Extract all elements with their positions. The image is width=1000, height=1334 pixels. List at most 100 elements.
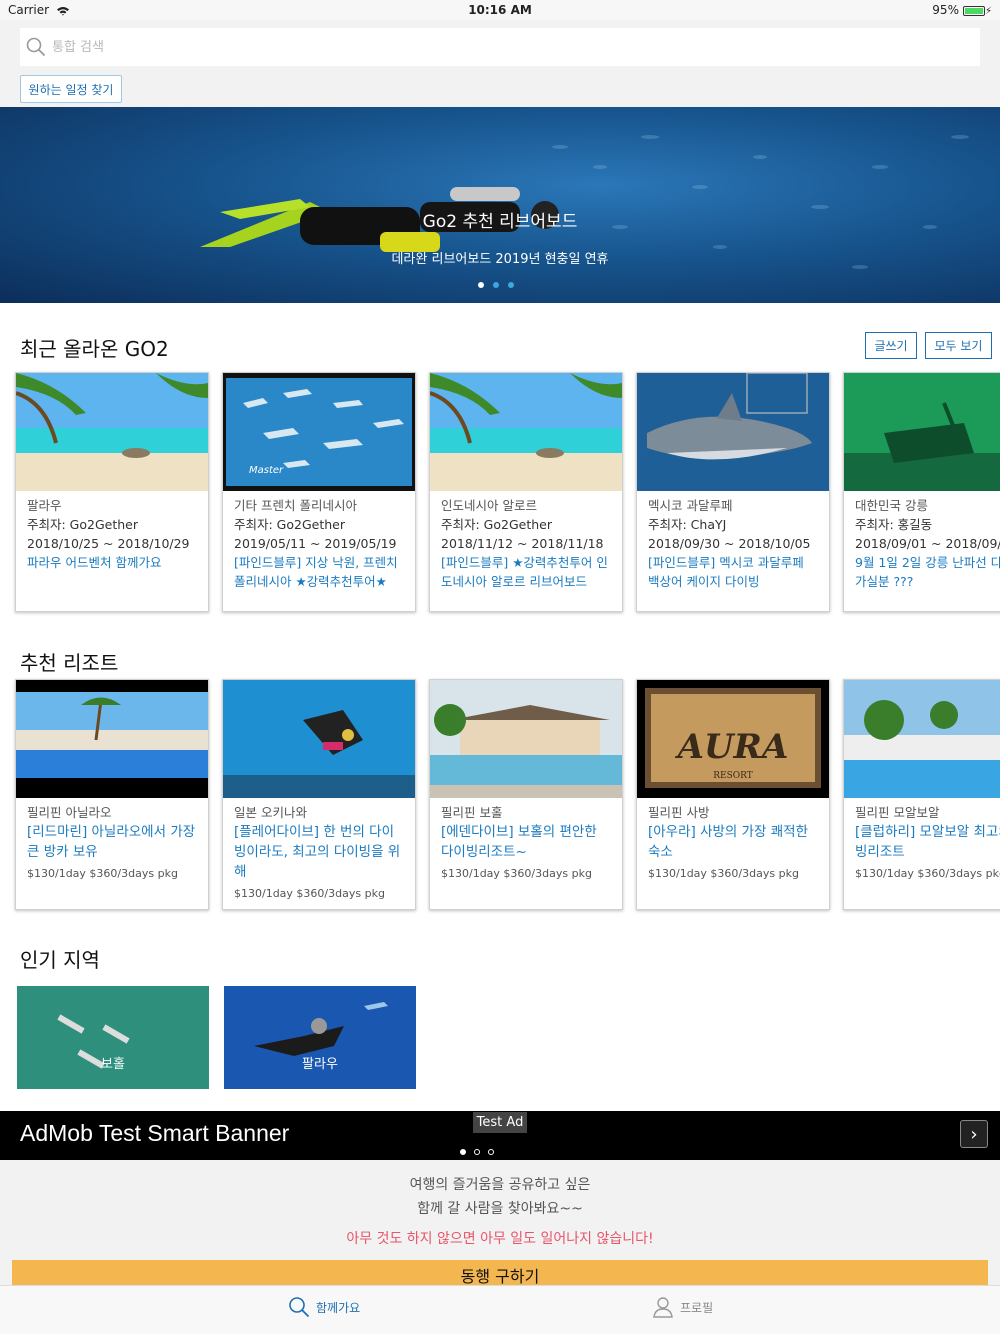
hero-title: Go2 추천 리브어보드 — [422, 212, 578, 232]
trip-location: 멕시코 과달루페 — [648, 498, 733, 513]
region-name: 보홀 — [101, 1057, 125, 1072]
hero-banner[interactable]: Go2 추천 리브어보드 데라완 리브어보드 2019년 현충일 연휴 — [0, 107, 1000, 303]
promo-line-1: 여행의 즐거움을 공유하고 싶은 — [409, 1177, 591, 1193]
region-tile[interactable]: 보홀 — [17, 986, 209, 1089]
trip-dates: 2018/11/12 ~ 2018/11/18 — [441, 536, 604, 551]
search-bar[interactable] — [20, 28, 980, 66]
trip-location: 기타 프렌치 폴리네시아 — [234, 498, 357, 513]
resort-price: $130/1day $360/3days pkg — [855, 867, 1000, 880]
ad-banner[interactable]: Test Ad AdMob Test Smart Banner › — [0, 1111, 1000, 1160]
resort-title-link[interactable]: [에덴다이브] 보홀의 편안한 다이빙리조트~ — [441, 822, 611, 862]
trip-location: 팔라우 — [27, 498, 62, 513]
trip-card[interactable]: 팔라우 주최자: Go2Gether 2018/10/25 ~ 2018/10/… — [15, 372, 209, 612]
status-bar: Carrier 10:16 AM 95% ⚡ — [0, 0, 1000, 20]
resort-image-pool — [16, 680, 208, 798]
trip-dates: 2019/05/11 ~ 2019/05/19 — [234, 536, 397, 551]
tab-together[interactable]: 함께가요 — [288, 1296, 360, 1318]
resort-card[interactable]: 필리핀 아닐라오 [리드마린] 아닐라오에서 가장 큰 방카 보유 $130/1… — [15, 679, 209, 910]
resort-price: $130/1day $360/3days pkg — [648, 867, 799, 880]
resort-image-pool — [844, 680, 1000, 798]
trip-title-link[interactable]: [파인드블루] ★강력추천투어 인도네시아 알로르 리브어보드 — [441, 553, 611, 591]
trip-host: 주최자: ChaYJ — [648, 517, 727, 532]
resort-location: 필리핀 사방 — [648, 805, 710, 820]
battery-indicator: 95% ⚡ — [932, 3, 992, 17]
resort-location: 필리핀 아닐라오 — [27, 805, 112, 820]
trip-title-link[interactable]: [파인드블루] 멕시코 과달루페 백상어 케이지 다이빙 — [648, 553, 818, 591]
trip-dates: 2018/10/25 ~ 2018/10/29 — [27, 536, 190, 551]
resort-location: 필리핀 보홀 — [441, 805, 503, 820]
clock: 10:16 AM — [468, 3, 532, 17]
promo-line-2: 함께 갈 사람을 찾아봐요~~ — [417, 1201, 583, 1217]
ad-page-dot — [474, 1149, 480, 1155]
trip-card[interactable]: 멕시코 과달루페 주최자: ChaYJ 2018/09/30 ~ 2018/10… — [636, 372, 830, 612]
region-name: 팔라우 — [302, 1057, 338, 1072]
resort-price: $130/1day $360/3days pkg — [234, 887, 385, 900]
app-screen: Carrier 10:16 AM 95%⚡ 원하는 일정 찾기 — [0, 0, 1000, 1334]
resort-title-link[interactable]: [리드마린] 아닐라오에서 가장 큰 방카 보유 — [27, 822, 197, 862]
resort-card[interactable]: 필리핀 보홀 [에덴다이브] 보홀의 편안한 다이빙리조트~ $130/1day… — [429, 679, 623, 910]
battery-icon — [962, 5, 985, 16]
search-input[interactable] — [52, 39, 952, 55]
recent-section-title: 최근 올라온 GO2 — [20, 337, 169, 361]
resort-title-link[interactable]: [플레어다이브] 한 번의 다이빙이라도, 최고의 다이빙을 위해 — [234, 822, 404, 882]
trip-card[interactable]: 대한민국 강릉 주최자: 홍길동 2018/09/01 ~ 2018/09/02… — [843, 372, 1000, 612]
trip-image-shark — [637, 373, 829, 491]
search-icon — [289, 1297, 310, 1318]
trip-image-beach — [16, 373, 208, 491]
trip-card[interactable]: 인도네시아 알로르 주최자: Go2Gether 2018/11/12 ~ 20… — [429, 372, 623, 612]
tab-label: 프로필 — [680, 1300, 714, 1315]
tab-label: 함께가요 — [316, 1300, 361, 1315]
trip-image-beach — [430, 373, 622, 491]
resort-image-aura-sign: AURA RESORT — [637, 680, 829, 798]
promo-warning: 아무 것도 하지 않으면 아무 일도 일어나지 않습니다! — [346, 1231, 654, 1247]
write-button[interactable]: 글쓰기 — [865, 332, 917, 359]
test-ad-tag: Test Ad — [473, 1112, 527, 1133]
resort-card[interactable]: 일본 오키나와 [플레어다이브] 한 번의 다이빙이라도, 최고의 다이빙을 위… — [222, 679, 416, 910]
resort-card[interactable]: 필리핀 모알보알 [클럽하리] 모알보알 최고의 다이빙리조트 $130/1da… — [843, 679, 1000, 910]
region-image-diver — [224, 986, 416, 1089]
find-schedule-button[interactable]: 원하는 일정 찾기 — [20, 75, 122, 103]
trip-card[interactable]: Master 기타 프렌치 폴리네시아 주최자: Go2Gether 2019/… — [222, 372, 416, 612]
trip-dates: 2018/09/01 ~ 2018/09/02 — [855, 536, 1000, 551]
resort-title-link[interactable]: [클럽하리] 모알보알 최고의 다이빙리조트 — [855, 822, 1000, 862]
trip-title-link[interactable]: [파인드블루] 지상 낙원, 프렌치 폴리네시아 ★강력추천투어★ — [234, 553, 404, 591]
page-dot[interactable] — [478, 282, 484, 288]
regions-section-title: 인기 지역 — [20, 948, 100, 972]
resorts-section-title: 추천 리조트 — [20, 651, 119, 675]
region-tile[interactable]: 팔라우 — [224, 986, 416, 1089]
hero-diver-image — [200, 135, 969, 269]
resort-price: $130/1day $360/3days pkg — [27, 867, 178, 880]
ad-page-indicator — [460, 1149, 494, 1155]
hero-page-indicator[interactable] — [478, 282, 514, 288]
resort-location: 필리핀 모알보알 — [855, 805, 940, 820]
carrier-label: Carrier — [8, 3, 70, 17]
region-image-aerial — [17, 986, 209, 1089]
resort-title-link[interactable]: [아우라] 사방의 가장 쾌적한 숙소 — [648, 822, 818, 862]
trip-host: 주최자: Go2Gether — [234, 517, 346, 532]
trip-host: 주최자: Go2Gether — [441, 517, 553, 532]
svg-text:Master: Master — [249, 465, 284, 476]
resort-image-diver — [223, 680, 415, 798]
ad-text[interactable]: AdMob Test Smart Banner — [20, 1120, 289, 1147]
page-dot[interactable] — [508, 282, 514, 288]
trip-title-link[interactable]: 9월 1일 2일 강릉 난파선 다이빙 가실분 ??? — [855, 553, 1000, 591]
trip-image-wreck — [844, 373, 1000, 491]
person-icon — [653, 1297, 673, 1318]
trip-location: 대한민국 강릉 — [855, 498, 928, 513]
tab-profile[interactable]: 프로필 — [652, 1296, 713, 1318]
ad-page-dot — [488, 1149, 494, 1155]
ad-page-dot — [460, 1149, 466, 1155]
aura-sign-text: AURA — [675, 727, 789, 767]
trip-dates: 2018/09/30 ~ 2018/10/05 — [648, 536, 811, 551]
page-dot[interactable] — [493, 282, 499, 288]
chevron-right-icon[interactable]: › — [960, 1120, 988, 1148]
resort-image-building — [430, 680, 622, 798]
trip-host: 주최자: 홍길동 — [855, 517, 933, 532]
aura-sign-subtext: RESORT — [713, 771, 753, 781]
view-all-button[interactable]: 모두 보기 — [925, 332, 992, 359]
trip-location: 인도네시아 알로르 — [441, 498, 537, 513]
trip-title-link[interactable]: 파라우 어드벤처 함께가요 — [27, 553, 197, 572]
hero-subtitle: 데라완 리브어보드 2019년 현충일 연휴 — [391, 252, 609, 267]
wifi-icon — [56, 6, 69, 15]
resort-card[interactable]: AURA RESORT 필리핀 사방 [아우라] 사방의 가장 쾌적한 숙소 $1… — [636, 679, 830, 910]
